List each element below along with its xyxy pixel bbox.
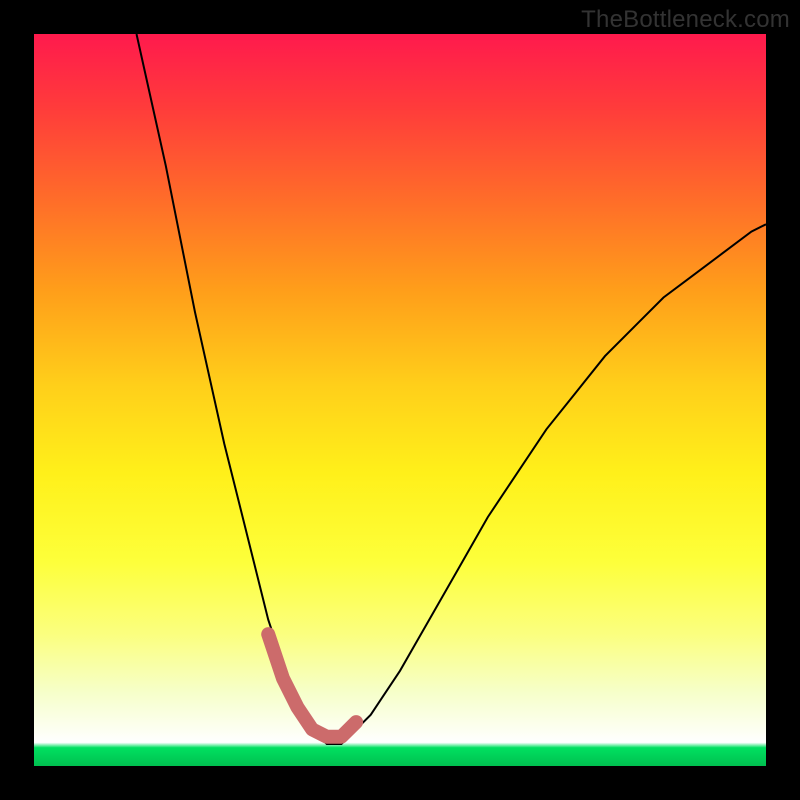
chart-svg — [34, 34, 766, 766]
optimal-range-marker — [268, 634, 356, 737]
chart-plot-area — [34, 34, 766, 766]
watermark-text: TheBottleneck.com — [581, 6, 790, 34]
bottleneck-curve — [137, 34, 767, 744]
